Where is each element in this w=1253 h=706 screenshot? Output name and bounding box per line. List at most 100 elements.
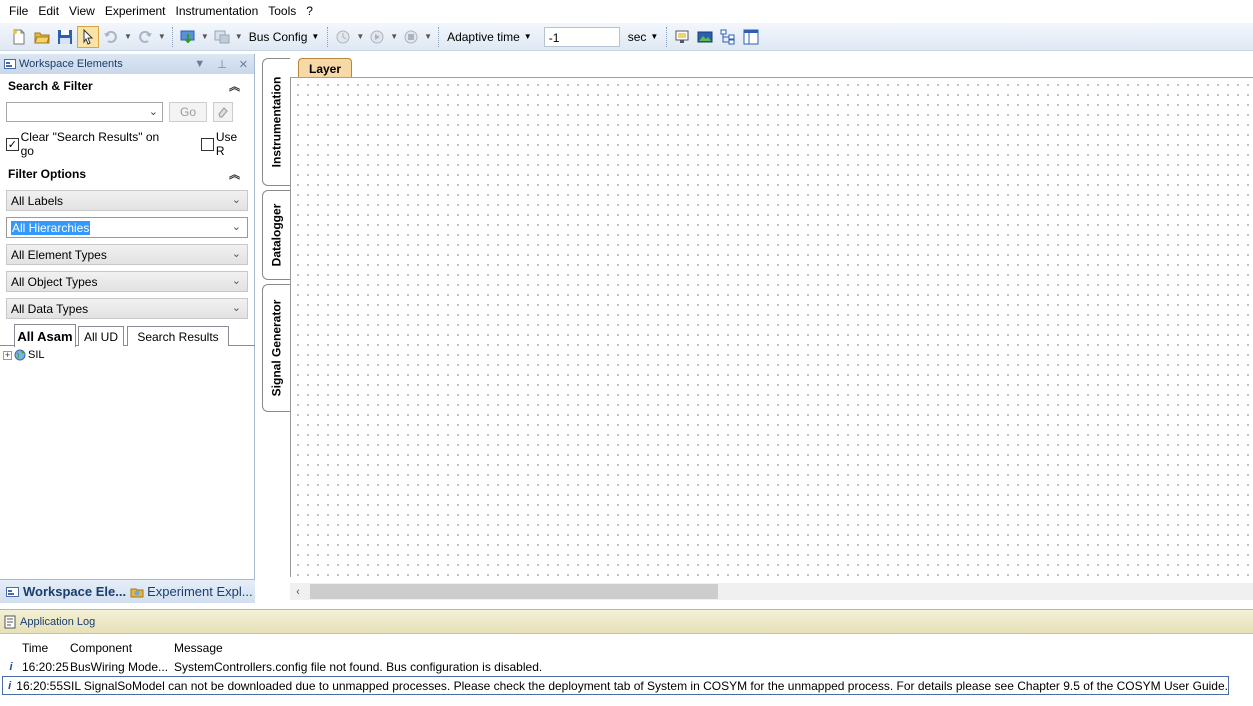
menu-file[interactable]: File (4, 0, 33, 23)
menu-edit[interactable]: Edit (33, 0, 64, 23)
tab-experiment-explorer[interactable]: Experiment Expl... (130, 584, 253, 599)
eraser-icon (218, 107, 228, 118)
menu-tools[interactable]: Tools (263, 0, 301, 23)
chevron-down-icon: ⌄ (231, 221, 241, 233)
tab-all-ud[interactable]: All UD (78, 326, 124, 346)
connect-button[interactable] (332, 26, 354, 48)
time-unit-dropdown[interactable]: sec ▼ (624, 30, 663, 44)
new-button[interactable] (8, 26, 30, 48)
tree-item-sil[interactable]: + SIL (0, 347, 255, 363)
column-time[interactable]: Time (22, 641, 70, 655)
layout-grid-canvas[interactable] (290, 77, 1253, 577)
log-row[interactable]: i 16:20:25 BusWiring Mode... SystemContr… (0, 659, 1253, 675)
start-measurement-button[interactable] (366, 26, 388, 48)
undo-button[interactable] (100, 26, 122, 48)
collapse-icon[interactable]: ︽ (229, 166, 240, 182)
scroll-left-icon[interactable]: ‹ (290, 586, 306, 598)
stop-measurement-button[interactable] (400, 26, 422, 48)
pin-icon[interactable]: ⊥ (217, 58, 227, 71)
log-time: 16:20:55 (16, 678, 63, 693)
go-button[interactable]: Go (169, 102, 207, 122)
undo-dropdown-icon[interactable]: ▼ (124, 32, 132, 41)
search-filter-header[interactable]: Search & Filter ︽ (0, 74, 254, 98)
object-types-filter[interactable]: All Object Types ⌄ (6, 271, 248, 292)
tab-experiment-explorer-label: Experiment Expl... (147, 584, 253, 599)
menu-instrumentation[interactable]: Instrumentation (171, 0, 264, 23)
labels-filter[interactable]: All Labels ⌄ (6, 190, 248, 211)
hierarchies-filter[interactable]: All Hierarchies ⌄ (6, 217, 248, 238)
chevron-down-icon: ⌄ (231, 275, 241, 287)
workspace-icon (6, 586, 19, 597)
start-dropdown-icon[interactable]: ▼ (390, 32, 398, 41)
redo-dropdown-icon[interactable]: ▼ (158, 32, 166, 41)
close-icon[interactable]: ✕ (239, 58, 248, 71)
instrumentation-canvas-area: Layer ‹ (290, 54, 1253, 603)
horizontal-scrollbar[interactable]: ‹ (290, 583, 1253, 600)
experiment-icon (130, 588, 144, 597)
filter-options-header[interactable]: Filter Options ︽ (0, 162, 254, 186)
column-component[interactable]: Component (70, 641, 174, 655)
clear-search-button[interactable] (213, 102, 233, 122)
chevron-down-icon: ⌄ (231, 194, 241, 206)
time-mode-dropdown[interactable]: Adaptive time ▼ (443, 30, 536, 44)
image-button[interactable] (694, 26, 716, 48)
layout-icon (214, 30, 230, 43)
tab-signal-generator[interactable]: Signal Generator (262, 284, 290, 412)
vertical-tab-strip: Instrumentation Datalogger Signal Genera… (262, 58, 290, 418)
menu-experiment[interactable]: Experiment (100, 0, 171, 23)
redo-button[interactable] (134, 26, 156, 48)
scrollbar-thumb[interactable] (310, 584, 718, 599)
search-input[interactable]: ⌄ (6, 102, 163, 122)
window-button[interactable] (740, 26, 762, 48)
info-icon: i (9, 661, 13, 673)
log-message: Model can not be downloaded due to unmap… (132, 678, 1228, 693)
tab-datalogger[interactable]: Datalogger (262, 190, 290, 280)
toolbar-separator (666, 26, 668, 47)
stop-dropdown-icon[interactable]: ▼ (424, 32, 432, 41)
use-regex-checkbox[interactable] (201, 137, 214, 151)
connect-dropdown-icon[interactable]: ▼ (356, 32, 364, 41)
tab-all-asam[interactable]: All Asam (14, 324, 76, 347)
chevron-down-icon[interactable]: ⌄ (149, 105, 158, 118)
data-types-filter[interactable]: All Data Types ⌄ (6, 298, 248, 319)
tab-datalogger-label: Datalogger (269, 203, 284, 267)
info-icon: i (8, 679, 12, 692)
open-button[interactable] (31, 26, 53, 48)
time-mode-label: Adaptive time (447, 29, 520, 44)
search-filter-title: Search & Filter (8, 79, 93, 93)
hierarchy-button[interactable] (717, 26, 739, 48)
tab-instrumentation[interactable]: Instrumentation (262, 58, 290, 186)
download-dropdown-icon[interactable]: ▼ (201, 32, 209, 41)
undo-icon (104, 30, 117, 43)
clear-results-checkbox[interactable]: ✓ (6, 137, 19, 151)
download-button[interactable] (177, 26, 199, 48)
layout-button[interactable] (211, 26, 233, 48)
time-value-input[interactable]: -1 (543, 26, 620, 47)
log-time: 16:20:25 (22, 660, 69, 674)
collapse-icon[interactable]: ︽ (229, 78, 240, 94)
bus-config-label: Bus Config (248, 29, 308, 44)
tab-workspace-elements[interactable]: Workspace Ele... (6, 584, 126, 599)
element-types-filter[interactable]: All Element Types ⌄ (6, 244, 248, 265)
select-pointer-button[interactable] (77, 25, 99, 48)
menu-help[interactable]: ? (301, 0, 318, 23)
redo-icon (139, 30, 152, 43)
menu-view[interactable]: View (64, 0, 100, 23)
column-message[interactable]: Message (174, 641, 1253, 655)
pointer-icon (83, 28, 94, 45)
save-button[interactable] (54, 26, 76, 48)
tab-search-results[interactable]: Search Results (127, 326, 229, 346)
layout-dropdown-icon[interactable]: ▼ (235, 32, 243, 41)
new-file-icon (13, 29, 25, 44)
log-table: Time Component Message i 16:20:25 BusWir… (0, 640, 1253, 695)
hierarchies-filter-value: All Hierarchies (11, 221, 91, 235)
bus-config-dropdown[interactable]: Bus Config ▼ (245, 30, 324, 44)
expand-icon[interactable]: + (3, 350, 12, 360)
tab-layer[interactable]: Layer (298, 58, 352, 78)
chevron-down-icon: ▼ (523, 32, 532, 41)
panel-menu-icon[interactable]: ▼ (194, 58, 205, 71)
open-folder-icon (34, 32, 50, 43)
data-types-filter-value: All Data Types (11, 302, 89, 316)
monitor-button[interactable] (671, 26, 693, 48)
log-row-selected[interactable]: i 16:20:55 SIL SignalSource Model can no… (2, 676, 1229, 695)
